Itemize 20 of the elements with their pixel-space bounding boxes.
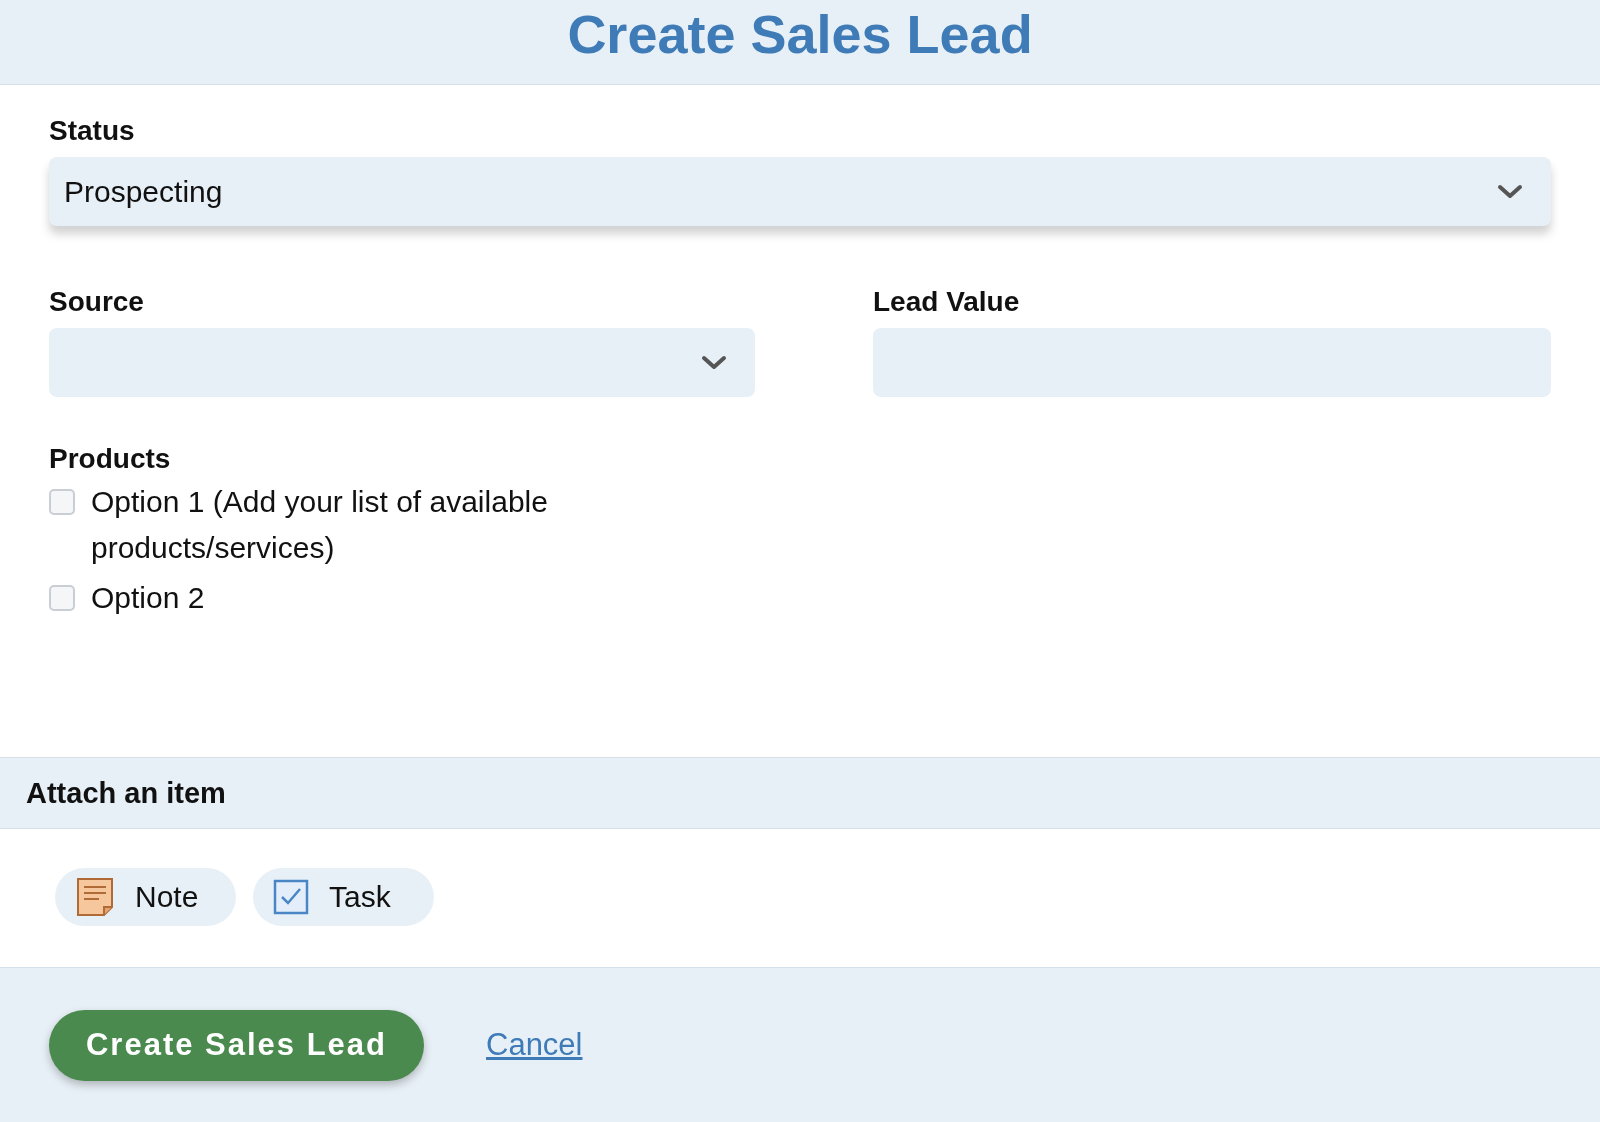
dropdown[interactable] <box>49 328 755 397</box>
checkbox[interactable] <box>49 585 75 611</box>
chevron-down-icon <box>1497 183 1523 200</box>
create-button[interactable]: Create Sales Lead <box>49 1009 424 1081</box>
cancel-link[interactable]: Cancel <box>486 1027 583 1063</box>
attach-button[interactable]: Note <box>55 868 236 926</box>
checked-box-icon <box>273 879 309 915</box>
field-label: Lead Value <box>873 286 1021 318</box>
dropdown[interactable]: Prospecting <box>49 157 1551 226</box>
option-label: Option 2 <box>91 580 205 616</box>
option-label: Option 1 (Add your list of available products/services) <box>91 484 549 566</box>
section-title: Attach an item <box>26 776 226 810</box>
checkbox[interactable] <box>49 489 75 515</box>
field-label: Status <box>49 115 136 147</box>
note-icon <box>75 877 115 917</box>
field-label: Products <box>49 443 172 475</box>
page-title: Create Sales Lead <box>567 3 1033 66</box>
chevron-down-icon <box>701 354 727 371</box>
attach-button[interactable]: Task <box>253 868 434 926</box>
field-label: Source <box>49 286 145 318</box>
